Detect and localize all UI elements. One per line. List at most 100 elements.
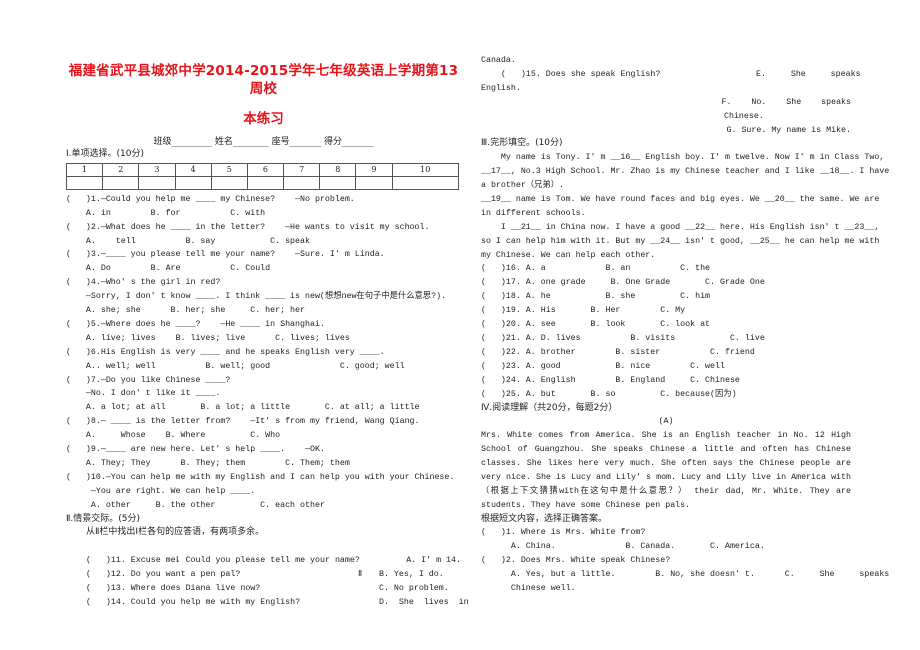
cloze-option-line: ( )24. A. English B. England C. Chinese (481, 375, 740, 385)
match-row: ( )12. Do you want a pen pal? B. Yes, I … (66, 568, 461, 582)
match-answer: G. Sure. My name is Mike. (726, 125, 851, 135)
cloze-option-line: ( )25. A. but B. so C. because(因为) (481, 389, 737, 399)
match-row: ( )14. Could you help me with my English… (66, 596, 469, 610)
answer-table-header: 9 (355, 162, 393, 177)
answer-cell[interactable] (319, 175, 357, 190)
match-row: ( )11. Excuse me. Could you please tell … (66, 554, 461, 568)
answer-cell[interactable] (102, 175, 140, 190)
cloze-option-line: ( )20. A. see B. look C. look at (481, 320, 711, 330)
section2-instruction: 从Ⅱ栏中找出Ⅰ栏各句的应答语，有两项多余。 (86, 527, 265, 538)
answer-table-header: 3 (138, 162, 176, 177)
answer-table-header: 8 (319, 162, 357, 177)
answer-table-answer-row (65, 175, 460, 190)
answer-cell[interactable] (246, 175, 285, 190)
cloze-option-line: ( )19. A. His B. Her C. My (481, 306, 686, 316)
answer-cell[interactable] (391, 175, 460, 190)
answer-table-header: 4 (174, 162, 212, 177)
section2-heading: Ⅱ.情景交际。(5分) (66, 513, 141, 524)
question-line: —Sorry, I don' t know ____. I think ____… (66, 292, 447, 302)
option-line: A. Do B. Are C. Could (66, 264, 271, 274)
passage-label: (A) (658, 417, 674, 427)
option-line: A. Whose B. Where C. Who (66, 431, 281, 441)
passage-line: __19__ name is Tom. We have round faces … (481, 194, 880, 204)
cloze-option-line: ( )17. A. one grade B. One Grade C. Grad… (481, 278, 765, 288)
question-line: ( )7.—Do you like Chinese ____? (66, 375, 231, 385)
reading-question-line: ( )1. Where is Mrs. White from? (481, 528, 646, 538)
left-column: 福建省武平县城郊中学2014-2015学年七年级英语上学期第13周校 本练习 班… (65, 56, 469, 610)
question-line: ( )1.—Could you help me ____ my Chinese?… (66, 194, 355, 204)
reading-option-line: Chinese well. (481, 584, 576, 594)
option-line: A. she; she B. her; she C. her; her (66, 306, 305, 316)
match-question: ( )11. Excuse me. Could you please tell … (86, 556, 360, 566)
answer-table-header: 6 (246, 162, 285, 177)
match-answer: B. Yes, I do. (379, 570, 444, 580)
passage-line: __17__, No.3 High School. Mr. Zhao is my… (481, 167, 890, 177)
option-line: A. live; lives B. lives; live C. lives; … (66, 333, 350, 343)
match-question: ( )12. Do you want a pen pal? (86, 570, 241, 580)
answer-cell[interactable] (283, 175, 321, 190)
answer-table: 1 2 3 4 5 6 7 8 9 10 (65, 162, 460, 190)
match-answer: D. She lives in (379, 597, 469, 607)
option-line: A. tell B. say C. speak (66, 236, 310, 246)
answer-table-header-row: 1 2 3 4 5 6 7 8 9 10 (65, 162, 460, 177)
cloze-option-line: ( )18. A. he B. she C. him (481, 292, 711, 302)
match-answer: C. No problem. (379, 584, 449, 594)
passage-line: a brother（兄弟）. (481, 181, 564, 191)
option-line: A. a lot; at all B. a lot; a little C. a… (66, 403, 420, 413)
answer-cell[interactable] (65, 175, 104, 190)
cloze-option-line: ( )23. A. good B. nice C. well (481, 361, 725, 371)
student-info-line: 班级_________ 姓名________ 座号_______ 得分_____… (153, 137, 374, 147)
match-answer: E. She speaks (756, 69, 861, 79)
answer-cell[interactable] (174, 175, 212, 190)
cloze-option-line: ( )21. A. D. lives B. visits C. live (481, 334, 765, 344)
reading-option-line: A. China. B. Canada. C. America. (481, 542, 765, 552)
reading-option-line: A. Yes, but a little. B. No, she doesn' … (481, 570, 890, 580)
question-line: ( )2.—What does he ____ in the letter? —… (66, 222, 430, 232)
answer-cell[interactable] (138, 175, 176, 190)
answer-table-header: 10 (391, 162, 460, 177)
cloze-passage: My name is Tony. I' m __16__ English boy… (481, 151, 890, 262)
answer-cell[interactable] (355, 175, 393, 190)
match-row: ( )13. Where does Diana live now? C. No … (66, 582, 461, 596)
match-answer: A. I' m 14. (406, 556, 461, 566)
answer-table-header: 5 (210, 162, 248, 177)
cloze-option-line: ( )22. A. brother B. sister C. friend (481, 347, 755, 357)
question-line: ( )4.—Who' s the girl in red? (66, 278, 221, 288)
answer-table-header: 1 (65, 162, 104, 177)
cloze-options: ( )16. A. a B. an C. the ( )17. A. one g… (481, 262, 851, 401)
question-line: ( )3.—____ you please tell me your name?… (66, 250, 385, 260)
question-line: —You are right. We can help ____. (66, 486, 256, 496)
passage-line: in different schools. (481, 208, 586, 218)
column-label-1: Ⅰ (176, 556, 179, 566)
match-question: ( )14. Could you help me with my English… (86, 597, 301, 607)
option-line: A. They; They B. They; them C. Them; the… (66, 459, 350, 469)
match-answer: F. No. She speaks (721, 97, 851, 107)
passage-line: My name is Tony. I' m __16__ English boy… (481, 153, 885, 163)
question-line: ( )9.—____ are new here. Let' s help ___… (66, 445, 325, 455)
page-title: 福建省武平县城郊中学2014-2015学年七年级英语上学期第13周校 (68, 63, 459, 97)
match-answer-continued: Canada. (481, 56, 516, 65)
cloze-option-line: ( )16. A. a B. an C. the (481, 264, 711, 274)
match-answer-continued: English. (481, 83, 521, 93)
answer-cell[interactable] (210, 175, 248, 190)
question-line: ( )6.His English is very ____ and he spe… (66, 347, 385, 357)
right-column: Canada. ( )15. Does she speak English? E… (481, 54, 890, 596)
match-answer-continued: Chinese. (724, 111, 764, 121)
passage-line: so I can help him with it. But my __24__… (481, 236, 880, 246)
match-question: ( )13. Where does Diana live now? (86, 584, 261, 594)
passage-line: I __21__ in China now. I have a good __2… (481, 222, 880, 232)
page-title-continued: 本练习 (243, 111, 284, 127)
section3-heading: Ⅲ.完形填空。(10分) (481, 138, 563, 149)
option-line: A.. well; well B. well; good C. good; we… (66, 361, 405, 371)
option-line: A. in B. for C. with (66, 208, 266, 218)
question-line: ( )10.—You can help me with my English a… (66, 472, 455, 482)
match-row: ( )15. Does she speak English? E. She sp… (481, 68, 861, 82)
reading-question-line: ( )2. Does Mrs. White speak Chinese? (481, 556, 671, 566)
answer-table-header: 7 (283, 162, 321, 177)
reading-passage: Mrs. White comes from America. She is an… (481, 431, 851, 510)
question-line: ( )5.—Where does he ____? —He ____ in Sh… (66, 319, 325, 329)
section4-heading: Ⅳ.阅读理解（共20分，每题2分） (481, 402, 618, 413)
question-line: ( )8.— ____ is the letter from? —It' s f… (66, 417, 420, 427)
section1-heading: Ⅰ.单项选择。(10分) (66, 149, 144, 159)
reading-instruction: 根据短文内容，选择正确答案。 (481, 513, 608, 524)
